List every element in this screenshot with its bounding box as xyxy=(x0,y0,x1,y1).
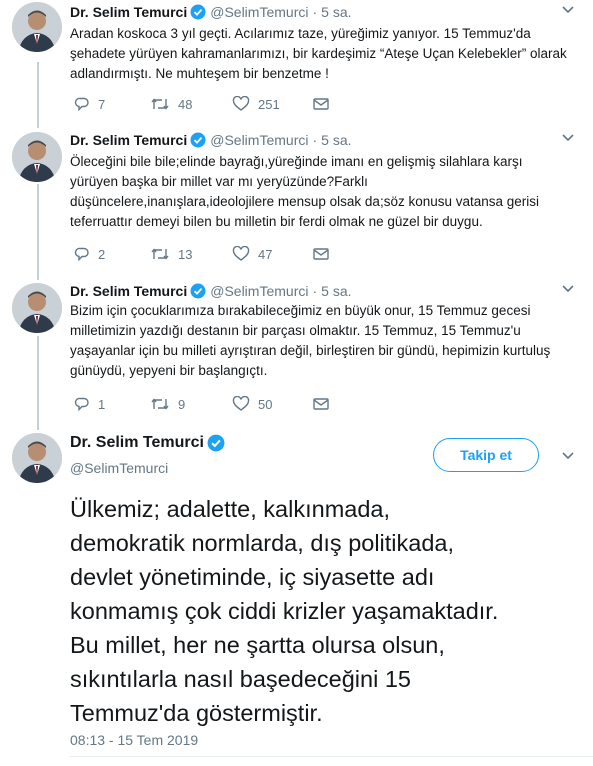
author-handle[interactable]: @SelimTemurci xyxy=(210,283,308,299)
chevron-down-icon[interactable] xyxy=(561,281,575,295)
author-name[interactable]: Dr. Selim Temurci xyxy=(70,283,187,299)
reply-icon xyxy=(74,397,89,412)
tweet-text-line: milletimizin yazdığı destanın bir parças… xyxy=(70,323,521,338)
separator-dot: · xyxy=(312,283,318,299)
tweet[interactable]: Dr. Selim Temurci @SelimTemurci · 5 sa. … xyxy=(0,279,593,427)
verified-badge-icon xyxy=(207,434,225,452)
separator-dot: · xyxy=(312,4,318,20)
divider xyxy=(70,756,593,757)
tweet-time[interactable]: 5 sa. xyxy=(321,4,351,20)
tweet-text-line: şehadete yürüyen kahramanlarımızı, bir k… xyxy=(70,46,567,61)
tweet-text-line: Temmuz'da göstermiştir. xyxy=(70,700,323,726)
tweet-text-line: Aradan koskoca 3 yıl geçti. Acılarımız t… xyxy=(70,26,531,41)
author-name[interactable]: Dr. Selim Temurci xyxy=(70,434,204,452)
chevron-down-icon[interactable] xyxy=(561,448,575,462)
tweet-text-line: Bizim için çocuklarımıza bırakabileceğim… xyxy=(70,303,531,318)
verified-badge-icon xyxy=(190,4,206,20)
tweet-text: Bizim için çocuklarımıza bırakabileceğim… xyxy=(70,301,570,381)
reply-count: 7 xyxy=(98,96,106,112)
tweet[interactable]: Dr. Selim Temurci @SelimTemurci · 5 sa. … xyxy=(0,128,593,276)
tweet-text-line: sıkıntılarla nasıl başedeceğini 15 xyxy=(70,666,411,692)
tweet[interactable]: Dr. Selim Temurci @SelimTemurci · 5 sa. … xyxy=(0,0,593,125)
avatar[interactable] xyxy=(12,2,62,52)
reply-button[interactable]: 7 xyxy=(74,96,105,112)
main-tweet: Dr. Selim Temurci @SelimTemurci Takip et… xyxy=(0,430,593,766)
tweet-text-line: devlet yönetiminde, iç siyasette adı xyxy=(70,564,435,590)
author-handle[interactable]: @SelimTemurci xyxy=(70,460,168,476)
envelope-icon xyxy=(313,398,329,410)
avatar[interactable] xyxy=(12,132,62,182)
author-name[interactable]: Dr. Selim Temurci xyxy=(70,4,187,20)
tweet-text: Öleceğini bile bile;elinde bayrağı,yüreğ… xyxy=(70,152,570,232)
chevron-down-icon[interactable] xyxy=(561,130,575,144)
retweet-icon xyxy=(151,98,169,110)
retweet-button[interactable]: 9 xyxy=(150,396,185,412)
tweet-text-line: Bu millet, her ne şartta olursa olsun, xyxy=(70,632,445,658)
reply-icon xyxy=(74,97,89,112)
author-handle[interactable]: @SelimTemurci xyxy=(210,4,308,20)
retweet-count: 48 xyxy=(178,96,193,112)
author-handle[interactable]: @SelimTemurci xyxy=(210,132,308,148)
retweet-button[interactable]: 13 xyxy=(150,246,192,262)
heart-icon xyxy=(232,96,250,111)
retweet-icon xyxy=(151,248,169,260)
verified-badge-icon xyxy=(190,132,206,148)
tweet-text-line: Ülkemiz; adalette, kalkınmada, xyxy=(70,496,391,522)
avatar[interactable] xyxy=(12,433,62,483)
envelope-icon xyxy=(313,248,329,260)
reply-button[interactable]: 2 xyxy=(74,246,105,262)
chevron-down-icon[interactable] xyxy=(561,2,575,16)
tweet-text: Ülkemiz; adalette, kalkınmada, demokrati… xyxy=(70,492,580,730)
direct-message-button[interactable] xyxy=(312,96,338,112)
like-count: 50 xyxy=(258,396,273,412)
like-button[interactable]: 50 xyxy=(232,396,272,412)
like-count: 47 xyxy=(258,246,273,262)
tweet-text-line: teferruattır demeyi bilen bu milletin bi… xyxy=(70,214,483,229)
reply-icon xyxy=(74,247,89,262)
retweet-icon xyxy=(151,398,169,410)
tweet-text-line: yaşayanlar için bu milleti ayrıştıran de… xyxy=(70,343,551,358)
heart-icon xyxy=(232,396,250,411)
tweet-text-line: günüydü, yepyeni bir başlangıçtı. xyxy=(70,363,268,378)
like-count: 251 xyxy=(258,96,280,112)
direct-message-button[interactable] xyxy=(312,396,338,412)
direct-message-button[interactable] xyxy=(312,246,338,262)
avatar[interactable] xyxy=(12,283,62,333)
tweet-text-line: düşüncelere,inanışlara,ideolojilere mens… xyxy=(70,194,540,209)
separator-dot: · xyxy=(312,132,318,148)
reply-button[interactable]: 1 xyxy=(74,396,105,412)
retweet-button[interactable]: 48 xyxy=(150,96,192,112)
tweet-text-line: Öleceğini bile bile;elinde bayrağı,yüreğ… xyxy=(70,154,523,169)
follow-button[interactable]: Takip et xyxy=(433,438,539,472)
tweet-timestamp[interactable]: 08:13 - 15 Tem 2019 xyxy=(70,732,198,748)
tweet-text-line: yürüyen başka bir millet var mı yeryüzün… xyxy=(70,174,368,189)
tweet-time[interactable]: 5 sa. xyxy=(321,283,351,299)
reply-count: 1 xyxy=(98,396,106,412)
like-button[interactable]: 47 xyxy=(232,246,272,262)
like-button[interactable]: 251 xyxy=(232,96,280,112)
author-name[interactable]: Dr. Selim Temurci xyxy=(70,132,187,148)
envelope-icon xyxy=(313,98,329,110)
tweet-time[interactable]: 5 sa. xyxy=(321,132,351,148)
heart-icon xyxy=(232,246,250,261)
verified-badge-icon xyxy=(190,283,206,299)
tweet-text-line: demokratik normlarda, dış politikada, xyxy=(70,530,455,556)
retweet-count: 13 xyxy=(178,246,193,262)
reply-count: 2 xyxy=(98,246,106,262)
tweet-text: Aradan koskoca 3 yıl geçti. Acılarımız t… xyxy=(70,24,570,84)
tweet-text-line: adlandırmıştı. Ne muhteşem bir benzetme … xyxy=(70,66,329,81)
tweet-text-line: konmamış çok ciddi krizler yaşamaktadır. xyxy=(70,598,499,624)
retweet-count: 9 xyxy=(178,396,186,412)
